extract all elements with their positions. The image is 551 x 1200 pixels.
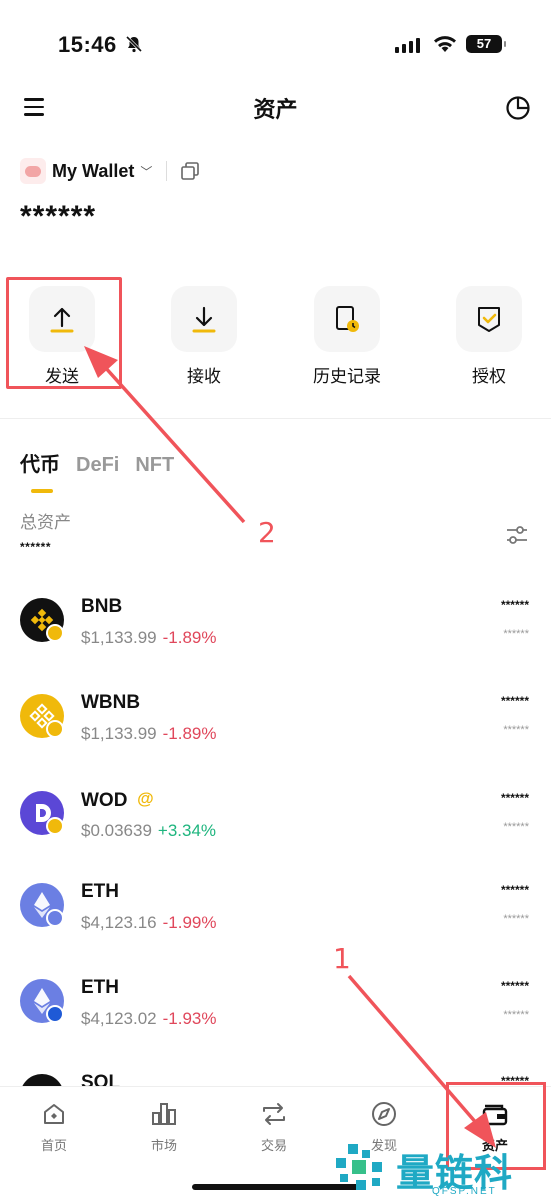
chain-badge-icon [46,720,64,738]
history-label: 历史记录 [313,367,381,386]
watermark-logo-icon [336,1144,382,1190]
swap-icon [234,1099,314,1129]
token-row-bnb[interactable]: BNB $1,133.99 -1.89% ****** ****** [0,592,551,682]
filter-sliders-icon[interactable] [505,524,529,546]
receive-label: 接收 [187,367,221,386]
watermark-subtext: QFSP.NET [432,1186,497,1197]
download-arrow-icon [171,286,237,352]
cellular-signal-icon [395,38,420,53]
nav-label: 市场 [150,1138,177,1153]
watermark: 量链科技 QFSP.NET [332,1140,551,1200]
token-price: $1,133.99 -1.89% [81,724,217,743]
chain-badge-icon [46,817,64,835]
wifi-icon [434,36,456,52]
token-amount: ****** [500,883,529,897]
chevron-down-icon: ﹀ [140,164,153,179]
bell-muted-icon [125,35,143,53]
token-price: $0.03639 +3.34% [81,821,217,840]
receive-button[interactable]: 接收 [149,286,259,387]
alpha-badge: @ [137,789,154,808]
annotation-label-2: 2 [258,516,276,549]
history-button[interactable]: 历史记录 [292,286,402,387]
total-assets-value: ****** [20,540,52,554]
token-row-wbnb[interactable]: WBNB $1,133.99 -1.89% ****** ****** [0,688,551,778]
token-value: ****** [503,821,529,833]
token-amount: ****** [500,598,529,612]
bar-chart-icon [124,1099,204,1129]
chain-badge-icon [46,909,64,927]
nav-home[interactable]: 首页 [14,1099,94,1154]
wallet-name: My Wallet [52,160,135,181]
wallet-avatar [20,158,46,184]
token-price: $4,123.16 -1.99% [81,913,217,932]
token-amount: ****** [500,979,529,993]
highlight-box-send [6,277,122,389]
status-time: 15:46 [58,32,117,57]
status-bar: 15:46 57 [0,0,551,90]
copy-icon[interactable] [179,160,201,182]
authorize-shield-icon [456,286,522,352]
token-value: ****** [503,913,529,925]
token-symbol: ETH [81,881,119,902]
tab-tokens[interactable]: 代币 [20,448,60,477]
wallet-selector[interactable]: My Wallet ﹀ [20,158,201,184]
active-tab-indicator [31,489,53,493]
nav-label: 首页 [40,1138,67,1153]
token-change: -1.93% [162,1009,217,1028]
token-price: $4,123.02 -1.93% [81,1009,217,1028]
nav-market[interactable]: 市场 [124,1099,204,1154]
total-assets-label: 总资产 [20,513,71,532]
token-change: +3.34% [157,821,217,840]
token-price: $1,133.99 -1.89% [81,628,217,647]
wallet-balance: ****** [20,200,97,233]
divider [0,418,551,419]
nav-trade[interactable]: 交易 [234,1099,314,1154]
authorize-label: 授权 [472,367,506,386]
battery-indicator: 57 [466,35,506,53]
token-change: -1.89% [162,724,217,743]
token-amount: ****** [500,791,529,805]
token-value: ****** [503,628,529,640]
divider [166,161,168,181]
token-row-eth-2[interactable]: ETH $4,123.02 -1.93% ****** ****** [0,973,551,1063]
annotation-label-1: 1 [333,942,351,975]
home-icon [14,1099,94,1129]
compass-icon [344,1099,424,1129]
pie-chart-icon[interactable] [505,95,531,121]
token-symbol: WBNB [81,692,141,713]
token-change: -1.89% [162,628,217,647]
token-amount: ****** [500,694,529,708]
token-change: -1.99% [162,913,217,932]
token-row-wod[interactable]: WOD @ $0.03639 +3.34% ****** ****** [0,785,551,875]
token-value: ****** [503,1009,529,1021]
chain-badge-icon [46,1005,64,1023]
authorize-button[interactable]: 授权 [434,286,544,387]
token-symbol: BNB [81,596,123,617]
nav-label: 交易 [260,1138,287,1153]
chain-badge-icon [46,624,64,642]
token-symbol: ETH [81,977,119,998]
history-doc-icon [314,286,380,352]
token-row-eth[interactable]: ETH $4,123.16 -1.99% ****** ****** [0,877,551,967]
tab-defi[interactable]: DeFi [76,454,119,477]
token-value: ****** [503,724,529,736]
asset-tabs: 代币 DeFi NFT [20,448,174,477]
tab-nft[interactable]: NFT [135,454,174,477]
token-symbol: WOD @ [81,789,154,811]
page-title: 资产 [253,97,298,122]
